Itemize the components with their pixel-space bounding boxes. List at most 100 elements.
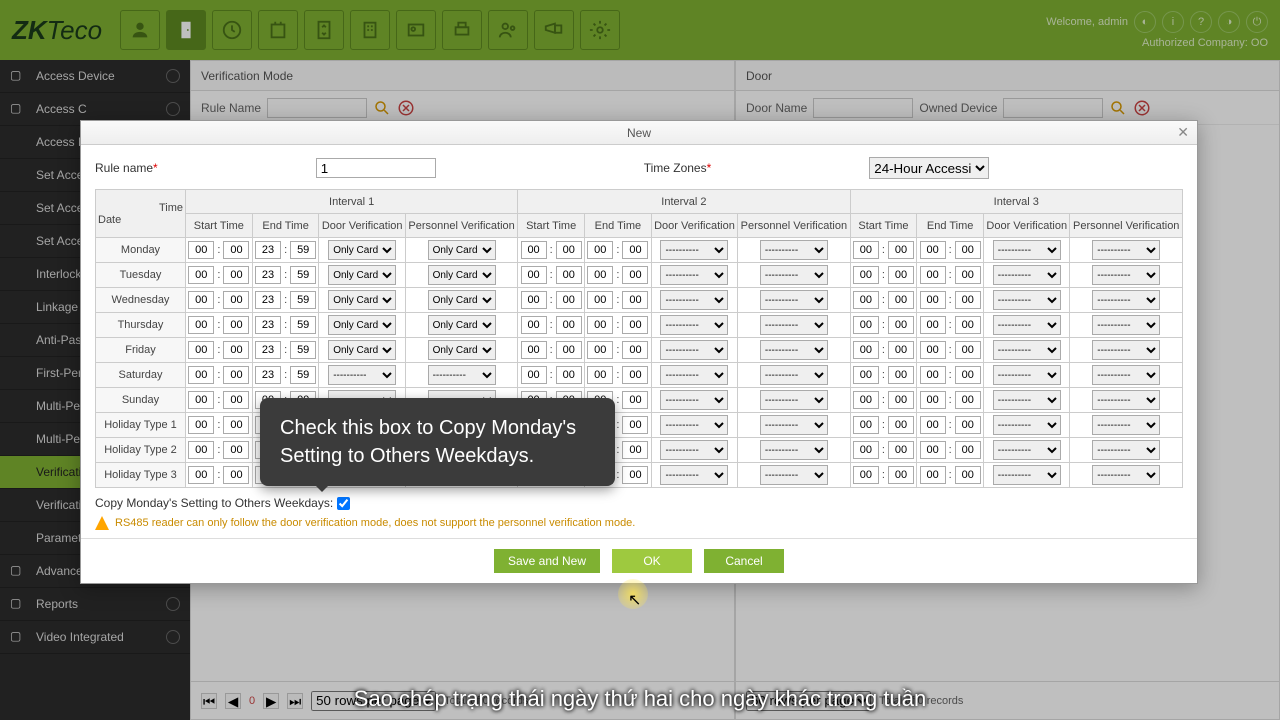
end-hour[interactable] (587, 241, 613, 259)
pers-verif-select[interactable]: ---------- (428, 365, 496, 385)
start-min[interactable] (223, 366, 249, 384)
end-hour[interactable] (587, 291, 613, 309)
start-hour[interactable] (188, 341, 214, 359)
door-verif-select[interactable]: Only Card (328, 240, 396, 260)
start-hour[interactable] (188, 266, 214, 284)
pers-verif-select[interactable]: ---------- (760, 390, 828, 410)
door-verif-select[interactable]: Only Card (328, 340, 396, 360)
start-min[interactable] (223, 441, 249, 459)
save-and-new-button[interactable]: Save and New (494, 549, 600, 573)
pers-verif-select[interactable]: Only Card (428, 265, 496, 285)
door-verif-select[interactable]: ---------- (328, 365, 396, 385)
door-verif-select[interactable]: ---------- (660, 340, 728, 360)
door-verif-select[interactable]: ---------- (660, 240, 728, 260)
pers-verif-select[interactable]: Only Card (428, 315, 496, 335)
start-hour[interactable] (853, 241, 879, 259)
door-verif-select[interactable]: ---------- (660, 290, 728, 310)
pers-verif-select[interactable]: ---------- (1092, 265, 1160, 285)
start-min[interactable] (223, 341, 249, 359)
start-min[interactable] (556, 241, 582, 259)
start-hour[interactable] (853, 416, 879, 434)
end-min[interactable] (622, 366, 648, 384)
start-hour[interactable] (188, 466, 214, 484)
start-min[interactable] (888, 341, 914, 359)
door-verif-select[interactable]: Only Card (328, 290, 396, 310)
start-hour[interactable] (188, 366, 214, 384)
start-min[interactable] (888, 466, 914, 484)
start-hour[interactable] (521, 266, 547, 284)
pers-verif-select[interactable]: ---------- (760, 340, 828, 360)
end-hour[interactable] (920, 391, 946, 409)
door-verif-select[interactable]: ---------- (993, 465, 1061, 485)
start-hour[interactable] (853, 266, 879, 284)
end-hour[interactable] (920, 266, 946, 284)
pers-verif-select[interactable]: ---------- (1092, 290, 1160, 310)
start-min[interactable] (223, 316, 249, 334)
door-verif-select[interactable]: ---------- (660, 415, 728, 435)
start-hour[interactable] (853, 466, 879, 484)
end-min[interactable] (290, 316, 316, 334)
end-hour[interactable] (587, 316, 613, 334)
end-hour[interactable] (920, 316, 946, 334)
door-verif-select[interactable]: ---------- (660, 390, 728, 410)
pers-verif-select[interactable]: ---------- (760, 415, 828, 435)
start-hour[interactable] (521, 341, 547, 359)
door-verif-select[interactable]: Only Card (328, 265, 396, 285)
pers-verif-select[interactable]: ---------- (1092, 340, 1160, 360)
start-min[interactable] (888, 441, 914, 459)
end-hour[interactable] (255, 316, 281, 334)
pers-verif-select[interactable]: ---------- (1092, 240, 1160, 260)
start-min[interactable] (888, 391, 914, 409)
end-min[interactable] (622, 416, 648, 434)
start-min[interactable] (223, 291, 249, 309)
start-hour[interactable] (188, 441, 214, 459)
time-zones-select[interactable]: 24-Hour Accessible (869, 157, 989, 179)
start-min[interactable] (888, 366, 914, 384)
pers-verif-select[interactable]: ---------- (760, 465, 828, 485)
end-hour[interactable] (255, 291, 281, 309)
start-hour[interactable] (188, 241, 214, 259)
start-min[interactable] (888, 266, 914, 284)
start-hour[interactable] (521, 241, 547, 259)
pers-verif-select[interactable]: ---------- (760, 440, 828, 460)
door-verif-select[interactable]: ---------- (660, 440, 728, 460)
ok-button[interactable]: OK (612, 549, 692, 573)
door-verif-select[interactable]: ---------- (993, 365, 1061, 385)
end-hour[interactable] (587, 266, 613, 284)
start-min[interactable] (888, 416, 914, 434)
end-hour[interactable] (255, 366, 281, 384)
start-hour[interactable] (521, 366, 547, 384)
start-hour[interactable] (853, 366, 879, 384)
start-hour[interactable] (853, 391, 879, 409)
pers-verif-select[interactable]: ---------- (760, 240, 828, 260)
end-hour[interactable] (920, 341, 946, 359)
end-min[interactable] (955, 441, 981, 459)
end-min[interactable] (622, 466, 648, 484)
end-min[interactable] (955, 416, 981, 434)
end-min[interactable] (622, 316, 648, 334)
cancel-button[interactable]: Cancel (704, 549, 784, 573)
pers-verif-select[interactable]: ---------- (760, 290, 828, 310)
end-min[interactable] (955, 391, 981, 409)
pers-verif-select[interactable]: ---------- (760, 265, 828, 285)
pers-verif-select[interactable]: ---------- (1092, 440, 1160, 460)
pers-verif-select[interactable]: ---------- (1092, 390, 1160, 410)
door-verif-select[interactable]: ---------- (993, 265, 1061, 285)
start-hour[interactable] (188, 291, 214, 309)
pers-verif-select[interactable]: ---------- (1092, 315, 1160, 335)
door-verif-select[interactable]: ---------- (993, 290, 1061, 310)
pers-verif-select[interactable]: ---------- (1092, 415, 1160, 435)
start-hour[interactable] (521, 316, 547, 334)
door-verif-select[interactable]: Only Card (328, 315, 396, 335)
end-min[interactable] (622, 266, 648, 284)
start-min[interactable] (223, 241, 249, 259)
pers-verif-select[interactable]: ---------- (1092, 365, 1160, 385)
start-min[interactable] (556, 341, 582, 359)
door-verif-select[interactable]: ---------- (993, 340, 1061, 360)
door-verif-select[interactable]: ---------- (993, 315, 1061, 335)
start-min[interactable] (888, 291, 914, 309)
end-hour[interactable] (920, 241, 946, 259)
door-verif-select[interactable]: ---------- (993, 390, 1061, 410)
end-min[interactable] (622, 291, 648, 309)
end-hour[interactable] (920, 416, 946, 434)
